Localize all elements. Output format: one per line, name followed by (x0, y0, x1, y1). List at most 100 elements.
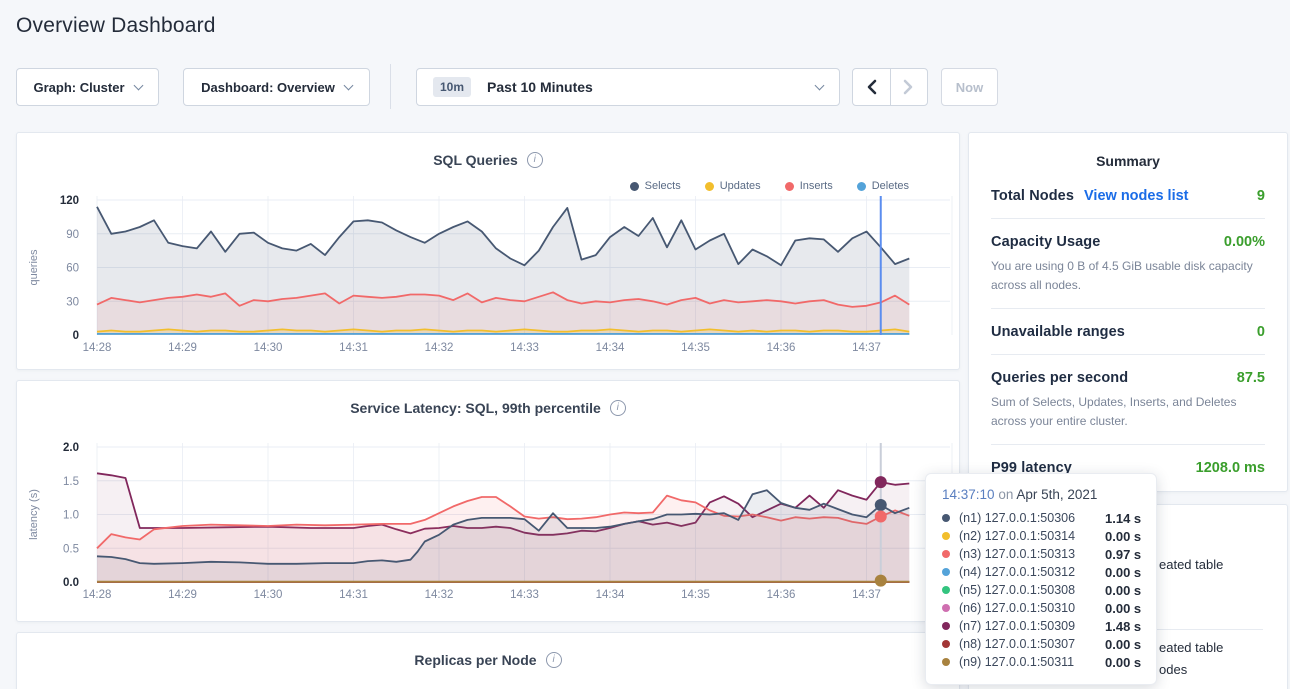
tooltip-value: 0.00 s (1105, 655, 1141, 670)
page-title: Overview Dashboard (16, 14, 216, 38)
x-axis-tick-label: 14:35 (681, 342, 710, 354)
summary-label: Capacity Usage (991, 234, 1100, 250)
summary-value: 1208.0 ms (1196, 460, 1265, 476)
y-axis-tick-label: 90 (66, 229, 79, 241)
chevron-right-icon (903, 79, 914, 95)
hover-dot (875, 476, 887, 488)
series-color-dot (942, 532, 950, 540)
tooltip-row: (n4) 127.0.0.1:503120.00 s (942, 563, 1142, 581)
tooltip-value: 0.00 s (1105, 529, 1141, 544)
summary-value: 0.00% (1224, 234, 1265, 250)
time-nav-group (852, 68, 928, 106)
tooltip-value: 0.00 s (1105, 583, 1141, 598)
x-axis-tick-label: 14:34 (596, 342, 625, 354)
prev-time-button[interactable] (853, 69, 890, 105)
sql-queries-chart[interactable]: 14:2814:2914:3014:3114:3214:3314:3414:35… (17, 133, 959, 369)
dashboard-dropdown[interactable]: Dashboard: Overview (183, 68, 370, 106)
service-latency-panel: Service Latency: SQL, 99th percentilei 1… (16, 380, 960, 622)
tooltip-value: 1.14 s (1105, 511, 1141, 526)
series-color-dot (942, 568, 950, 576)
chevron-down-icon (343, 80, 353, 90)
y-axis-tick-label: 0 (73, 330, 79, 342)
hover-dot (875, 575, 887, 587)
x-axis-tick-label: 14:29 (168, 589, 197, 601)
tooltip-value: 0.00 s (1105, 565, 1141, 580)
next-time-button[interactable] (890, 69, 928, 105)
tooltip-value: 0.00 s (1105, 637, 1141, 652)
summary-rows: Total NodesView nodes list9Capacity Usag… (969, 173, 1287, 490)
chart-tooltip: 14:37:10 on Apr 5th, 2021 (n1) 127.0.0.1… (925, 473, 1157, 685)
x-axis-tick-label: 14:28 (83, 342, 112, 354)
tooltip-row: (n2) 127.0.0.1:503140.00 s (942, 527, 1142, 545)
service-latency-chart[interactable]: 14:2814:2914:3014:3114:3214:3314:3414:35… (17, 381, 959, 621)
x-axis-tick-label: 14:32 (425, 342, 454, 354)
event-item-fragment: eated table (1159, 640, 1223, 655)
y-axis-tick-label: 1.5 (63, 476, 79, 488)
time-range-label: Past 10 Minutes (487, 79, 593, 95)
y-axis-tick-label: 2.0 (63, 442, 79, 454)
chart-title: Replicas per Node (414, 652, 536, 668)
hover-dot (875, 499, 887, 511)
x-axis-tick-label: 14:33 (510, 589, 539, 601)
tooltip-value: 0.97 s (1105, 547, 1141, 562)
tooltip-timestamp: 14:37:10 on Apr 5th, 2021 (942, 487, 1142, 502)
graph-dropdown[interactable]: Graph: Cluster (16, 68, 159, 106)
tooltip-row: (n6) 127.0.0.1:503100.00 s (942, 599, 1142, 617)
summary-row: Unavailable ranges 0 (991, 309, 1265, 355)
dashboard-dropdown-label: Dashboard: Overview (201, 80, 335, 95)
tooltip-on: on (998, 487, 1013, 502)
tooltip-node-label: (n8) 127.0.0.1:50307 (959, 637, 1105, 651)
x-axis-tick-label: 14:37 (852, 342, 881, 354)
tooltip-node-label: (n6) 127.0.0.1:50310 (959, 601, 1105, 615)
tooltip-value: 1.48 s (1105, 619, 1141, 634)
time-range-dropdown[interactable]: 10m Past 10 Minutes (416, 68, 840, 106)
now-button[interactable]: Now (941, 68, 998, 106)
summary-link[interactable]: View nodes list (1084, 188, 1189, 204)
tooltip-node-label: (n1) 127.0.0.1:50306 (959, 511, 1105, 525)
overview-dashboard-page: Overview Dashboard Graph: Cluster Dashbo… (0, 0, 1290, 689)
x-axis-tick-label: 14:30 (254, 342, 283, 354)
tooltip-row: (n1) 127.0.0.1:503061.14 s (942, 509, 1142, 527)
y-axis-tick-label: 0.0 (63, 577, 79, 589)
summary-value: 0 (1257, 324, 1265, 340)
summary-subtext: Sum of Selects, Updates, Inserts, and De… (991, 393, 1265, 430)
chevron-down-icon (815, 80, 825, 90)
x-axis-tick-label: 14:31 (339, 342, 368, 354)
summary-row: Capacity Usage 0.00% You are using 0 B of … (991, 219, 1265, 309)
series-color-dot (942, 586, 950, 594)
tooltip-date: Apr 5th, 2021 (1016, 487, 1097, 502)
summary-panel: Summary Total NodesView nodes list9Capac… (968, 132, 1288, 492)
x-axis-tick-label: 14:36 (767, 589, 796, 601)
series-color-dot (942, 514, 950, 522)
tooltip-node-label: (n7) 127.0.0.1:50309 (959, 619, 1105, 633)
summary-row: Total NodesView nodes list9 (991, 173, 1265, 219)
x-axis-tick-label: 14:34 (596, 589, 625, 601)
series-color-dot (942, 640, 950, 648)
summary-value: 87.5 (1237, 370, 1265, 386)
y-axis-title: latency (s) (28, 489, 40, 540)
summary-label: Unavailable ranges (991, 324, 1125, 340)
summary-label: Total Nodes (991, 188, 1074, 204)
tooltip-node-label: (n9) 127.0.0.1:50311 (959, 655, 1105, 669)
series-color-dot (942, 622, 950, 630)
y-axis-tick-label: 120 (60, 195, 79, 207)
y-axis-tick-label: 1.0 (63, 510, 79, 522)
info-icon[interactable]: i (546, 652, 562, 668)
chevron-down-icon (133, 80, 143, 90)
tooltip-node-label: (n3) 127.0.0.1:50313 (959, 547, 1105, 561)
x-axis-tick-label: 14:30 (254, 589, 283, 601)
graph-dropdown-label: Graph: Cluster (33, 80, 124, 95)
x-axis-tick-label: 14:28 (83, 589, 112, 601)
tooltip-rows: (n1) 127.0.0.1:503061.14 s(n2) 127.0.0.1… (942, 509, 1142, 671)
y-axis-tick-label: 0.5 (63, 543, 79, 555)
event-item-fragment: eated table (1159, 557, 1223, 572)
replicas-per-node-panel: Replicas per Node i (16, 632, 960, 689)
y-axis-tick-label: 60 (66, 263, 79, 275)
summary-title: Summary (969, 133, 1287, 173)
x-axis-tick-label: 14:35 (681, 589, 710, 601)
tooltip-row: (n5) 127.0.0.1:503080.00 s (942, 581, 1142, 599)
time-range-badge: 10m (433, 77, 471, 97)
y-axis-title: queries (28, 249, 40, 286)
tooltip-node-label: (n4) 127.0.0.1:50312 (959, 565, 1105, 579)
summary-subtext: You are using 0 B of 4.5 GiB usable disk… (991, 257, 1265, 294)
